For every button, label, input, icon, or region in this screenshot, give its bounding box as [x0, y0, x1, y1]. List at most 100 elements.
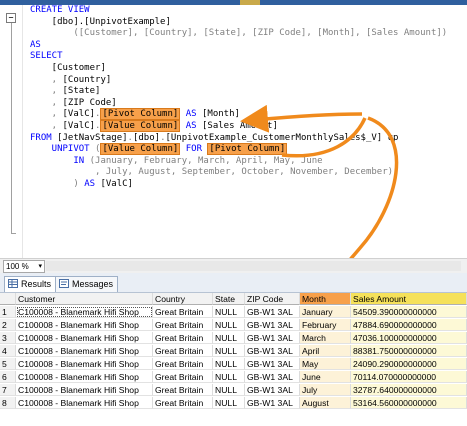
- grid-cell[interactable]: July: [300, 384, 351, 396]
- column-header[interactable]: Customer: [16, 293, 153, 305]
- collapse-icon[interactable]: −: [6, 13, 16, 23]
- code-line: , [ValC]. [Pivot Column] AS [Month]: [30, 108, 447, 121]
- grid-cell[interactable]: C100008 - Blanemark Hifi Shop: [16, 371, 153, 383]
- code-token: [State]: [62, 86, 101, 97]
- grid-cell[interactable]: C100008 - Blanemark Hifi Shop: [16, 345, 153, 357]
- sql-editor[interactable]: − CREATE VIEW [dbo].[UnpivotExample] ([C…: [0, 0, 467, 258]
- code-line: ([Customer], [Country], [State], [ZIP Co…: [30, 28, 447, 40]
- tab-messages[interactable]: Messages: [55, 276, 119, 292]
- grid-cell[interactable]: 53164.560000000000: [351, 397, 467, 409]
- grid-cell[interactable]: February: [300, 319, 351, 331]
- grid-cell[interactable]: Great Britain: [153, 371, 213, 383]
- grid-cell[interactable]: GB-W1 3AL: [245, 306, 300, 318]
- grid-cell[interactable]: NULL: [213, 319, 245, 331]
- zoom-dropdown[interactable]: 100 % ▾: [3, 260, 45, 273]
- grid-cell[interactable]: GB-W1 3AL: [245, 397, 300, 409]
- grid-cell[interactable]: GB-W1 3AL: [245, 371, 300, 383]
- grid-cell[interactable]: 47884.690000000000: [351, 319, 467, 331]
- grid-cell[interactable]: GB-W1 3AL: [245, 384, 300, 396]
- grid-cell[interactable]: NULL: [213, 345, 245, 357]
- grid-cell[interactable]: GB-W1 3AL: [245, 358, 300, 370]
- row-number[interactable]: 6: [0, 371, 16, 383]
- row-number[interactable]: 4: [0, 345, 16, 357]
- grid-cell[interactable]: Great Britain: [153, 319, 213, 331]
- grid-cell[interactable]: C100008 - Blanemark Hifi Shop: [16, 397, 153, 409]
- table-row[interactable]: 4 C100008 - Blanemark Hifi Shop Great Brit…: [0, 345, 467, 357]
- grid-cell[interactable]: Great Britain: [153, 384, 213, 396]
- grid-cell[interactable]: C100008 - Blanemark Hifi Shop: [16, 319, 153, 331]
- results-grid-icon: [8, 279, 18, 288]
- grid-cell[interactable]: Great Britain: [153, 358, 213, 370]
- grid-cell[interactable]: April: [300, 345, 351, 357]
- code-token: [Country]: [62, 74, 112, 85]
- code-token: ,: [30, 120, 63, 131]
- grid-cell[interactable]: 54509.390000000000: [351, 306, 467, 318]
- grid-cell[interactable]: NULL: [213, 384, 245, 396]
- grid-cell[interactable]: NULL: [213, 332, 245, 344]
- column-header[interactable]: Sales Amount: [351, 293, 467, 305]
- tab-messages-label: Messages: [72, 279, 114, 289]
- grid-cell[interactable]: Great Britain: [153, 306, 213, 318]
- grid-cell[interactable]: GB-W1 3AL: [245, 319, 300, 331]
- keyword-token: FOR: [180, 144, 208, 155]
- grid-cell[interactable]: GB-W1 3AL: [245, 345, 300, 357]
- chevron-down-icon: ▾: [38, 263, 42, 270]
- row-number[interactable]: 7: [0, 384, 16, 396]
- grid-cell[interactable]: C100008 - Blanemark Hifi Shop: [16, 384, 153, 396]
- row-number[interactable]: 3: [0, 332, 16, 344]
- grid-cell[interactable]: NULL: [213, 306, 245, 318]
- grid-cell[interactable]: January: [300, 306, 351, 318]
- code-token: ,: [30, 86, 63, 97]
- keyword-token: IN: [30, 155, 90, 166]
- horizontal-scrollbar[interactable]: [46, 261, 461, 271]
- code-line: SELECT: [30, 51, 447, 63]
- code-line: IN (January, February, March, April, May…: [30, 156, 447, 168]
- code-token: [ValC]: [100, 178, 133, 189]
- grid-cell[interactable]: Great Britain: [153, 345, 213, 357]
- table-row[interactable]: 8 C100008 - Blanemark Hifi Shop Great Brit…: [0, 397, 467, 409]
- grid-cell[interactable]: June: [300, 371, 351, 383]
- grid-cell[interactable]: NULL: [213, 371, 245, 383]
- table-row[interactable]: 5 C100008 - Blanemark Hifi Shop Great Brit…: [0, 358, 467, 370]
- grid-cell[interactable]: C100008 - Blanemark Hifi Shop: [16, 358, 153, 370]
- tab-results[interactable]: Results: [4, 276, 57, 292]
- grid-cell[interactable]: 88381.750000000000: [351, 345, 467, 357]
- column-header[interactable]: Country: [153, 293, 213, 305]
- code-token: [dbo].[UnpivotExample]: [30, 16, 171, 27]
- code-line: AS: [30, 40, 447, 52]
- grid-cell[interactable]: Great Britain: [153, 332, 213, 344]
- row-number[interactable]: 1: [0, 306, 16, 318]
- row-number[interactable]: 5: [0, 358, 16, 370]
- grid-cell[interactable]: 70114.070000000000: [351, 371, 467, 383]
- code-line: CREATE VIEW: [30, 5, 447, 17]
- results-grid[interactable]: Customer Country State ZIP Code Month Sales A…: [0, 293, 467, 426]
- grid-cell[interactable]: March: [300, 332, 351, 344]
- sql-code[interactable]: CREATE VIEW [dbo].[UnpivotExample] ([Cus…: [30, 5, 447, 191]
- table-row[interactable]: 3 C100008 - Blanemark Hifi Shop Great Brit…: [0, 332, 467, 344]
- grid-cell[interactable]: 47036.100000000000: [351, 332, 467, 344]
- column-header[interactable]: Month: [300, 293, 351, 305]
- grid-cell[interactable]: 24090.290000000000: [351, 358, 467, 370]
- table-row[interactable]: 6 C100008 - Blanemark Hifi Shop Great Brit…: [0, 371, 467, 383]
- fold-line: [11, 23, 12, 233]
- column-header[interactable]: State: [213, 293, 245, 305]
- table-row[interactable]: 7 C100008 - Blanemark Hifi Shop Great Brit…: [0, 384, 467, 396]
- table-row[interactable]: 1 C100008 - Blanemark Hifi Shop Great Brit…: [0, 306, 467, 318]
- grid-cell[interactable]: Great Britain: [153, 397, 213, 409]
- row-number[interactable]: 8: [0, 397, 16, 409]
- grid-cell[interactable]: May: [300, 358, 351, 370]
- grid-cell[interactable]: GB-W1 3AL: [245, 332, 300, 344]
- grid-cell[interactable]: C100008 - Blanemark Hifi Shop: [16, 306, 153, 318]
- grid-cell[interactable]: August: [300, 397, 351, 409]
- code-line: ) AS [ValC]: [30, 179, 447, 191]
- code-token: ,: [30, 74, 63, 85]
- table-row[interactable]: 2 C100008 - Blanemark Hifi Shop Great Brit…: [0, 319, 467, 331]
- code-token: [UnpivotExample_CustomerMonthlySales$_V]…: [165, 132, 399, 143]
- row-number[interactable]: 2: [0, 319, 16, 331]
- grid-cell[interactable]: NULL: [213, 397, 245, 409]
- grid-cell[interactable]: 32787.640000000000: [351, 384, 467, 396]
- grid-cell[interactable]: NULL: [213, 358, 245, 370]
- column-header[interactable]: [0, 293, 16, 305]
- column-header[interactable]: ZIP Code: [245, 293, 300, 305]
- grid-cell[interactable]: C100008 - Blanemark Hifi Shop: [16, 332, 153, 344]
